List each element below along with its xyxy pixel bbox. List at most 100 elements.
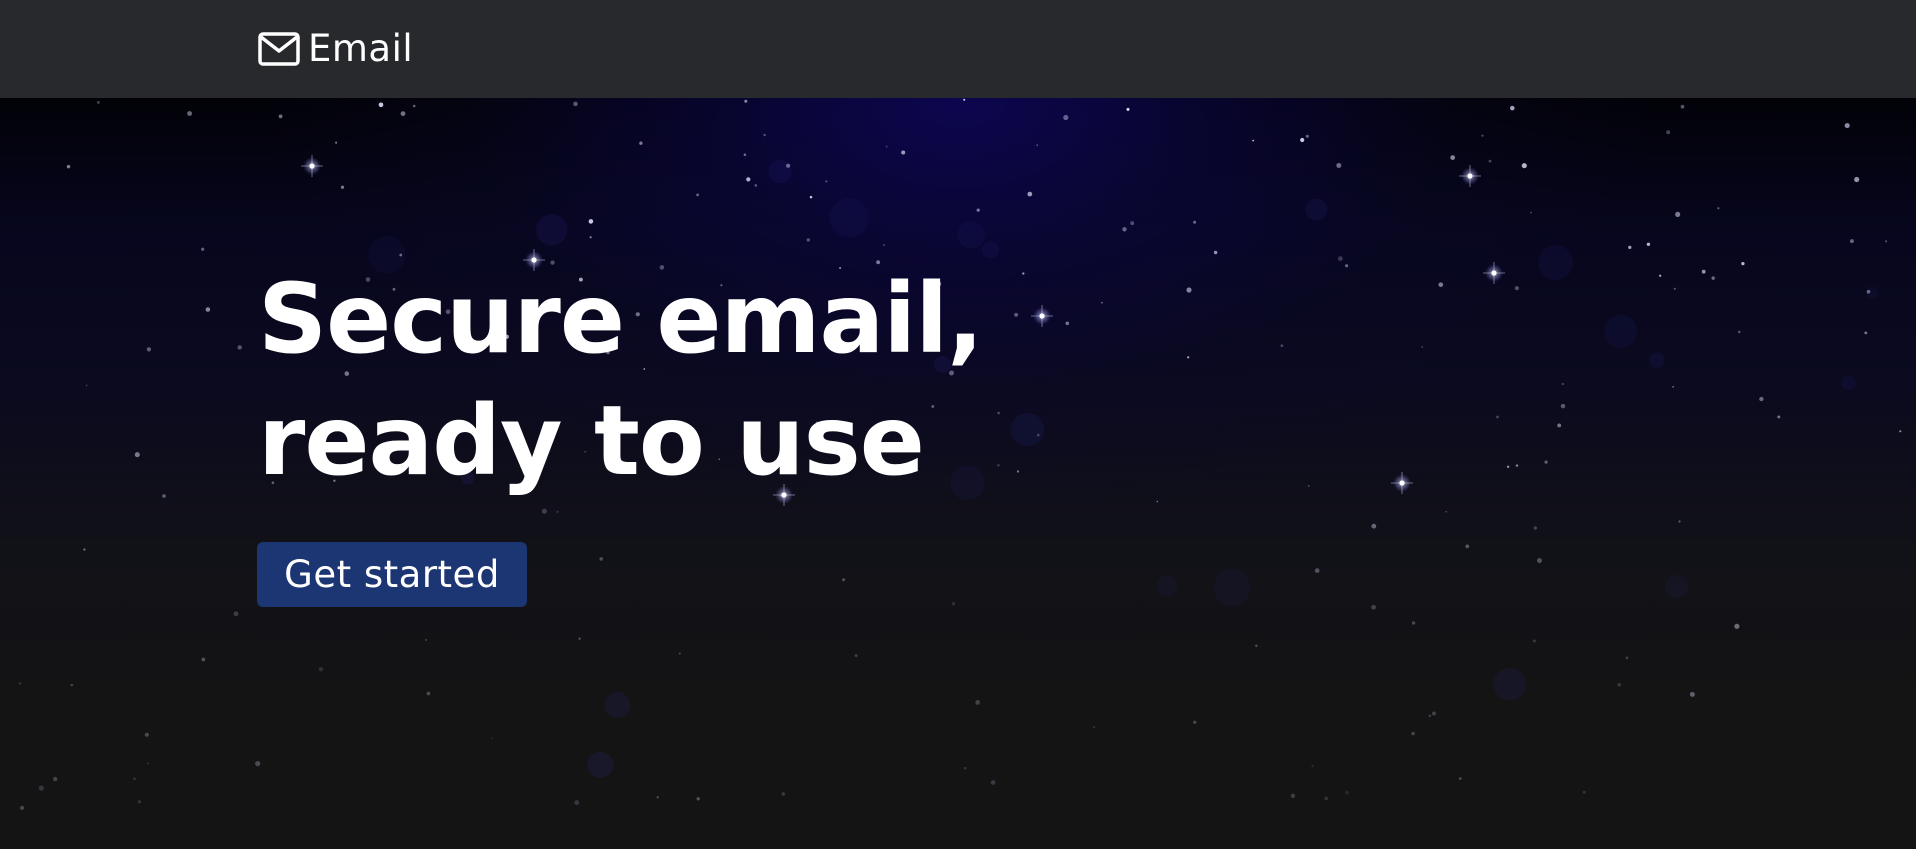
star-dot (678, 652, 681, 655)
star-dot (1458, 777, 1462, 780)
star-dot (1450, 155, 1456, 160)
star-dot (1666, 130, 1671, 135)
bokeh-dot (1664, 574, 1689, 599)
star-dot (1557, 423, 1562, 428)
sparkle-star (301, 155, 323, 177)
star-dot (1701, 269, 1706, 274)
star-dot (743, 153, 747, 157)
bokeh-dot (1538, 245, 1573, 280)
star-dot (1187, 356, 1190, 359)
star-dot (976, 208, 980, 212)
star-dot (1849, 239, 1854, 244)
star-dot (1065, 321, 1070, 326)
star-dot (599, 557, 604, 561)
star-dot (233, 611, 239, 617)
star-dot (1314, 568, 1320, 573)
star-dot (38, 785, 44, 791)
star-dot (1130, 221, 1135, 226)
star-dot (1646, 242, 1651, 246)
get-started-button[interactable]: Get started (257, 542, 527, 607)
star-dot (1854, 176, 1860, 183)
star-dot (1899, 430, 1902, 433)
star-dot (1673, 287, 1676, 290)
star-dot (1036, 144, 1039, 147)
star-dot (1481, 134, 1484, 137)
star-dot (18, 682, 22, 685)
bokeh-dot (1010, 412, 1045, 447)
star-dot (744, 99, 748, 103)
star-dot (1122, 227, 1127, 232)
star-dot (1193, 720, 1197, 724)
star-dot (1337, 256, 1343, 261)
star-dot (144, 732, 149, 737)
star-dot (1280, 344, 1284, 348)
star-dot (1411, 621, 1416, 625)
star-dot (20, 805, 25, 810)
star-dot (574, 800, 580, 806)
star-dot (1255, 644, 1258, 648)
star-dot (1411, 731, 1415, 736)
star-dot (1560, 403, 1566, 409)
headline-line-1: Secure email, (258, 263, 984, 375)
star-dot (1193, 220, 1197, 224)
bokeh-dot (587, 751, 614, 778)
star-dot (1307, 485, 1310, 487)
star-dot (1737, 330, 1741, 334)
star-dot (1428, 714, 1432, 718)
star-dot (578, 637, 581, 640)
star-dot (426, 691, 431, 696)
star-dot (1628, 245, 1632, 250)
star-dot (1126, 107, 1130, 111)
star-dot (781, 792, 786, 796)
sparkle-star (1459, 165, 1481, 187)
star-dot (573, 101, 578, 107)
star-dot (1777, 415, 1781, 419)
star-dot (1864, 331, 1868, 335)
star-dot (556, 510, 559, 513)
star-dot (963, 98, 966, 101)
star-dot (66, 164, 71, 169)
star-dot (490, 736, 493, 739)
star-dot (1844, 123, 1850, 129)
star-dot (1186, 287, 1192, 293)
sparkle-star (1391, 472, 1413, 494)
star-dot (85, 384, 88, 387)
star-dot (187, 111, 193, 116)
star-dot (1488, 159, 1492, 163)
bokeh-dot (1156, 575, 1178, 597)
hero-headline: Secure email, ready to use (258, 258, 984, 502)
star-dot (656, 796, 659, 799)
sparkle-star (1031, 305, 1053, 327)
star-dot (1510, 105, 1515, 111)
star-dot (809, 195, 813, 199)
star-dot (335, 141, 338, 144)
star-dot (1421, 346, 1423, 348)
star-dot (96, 100, 100, 104)
star-dot (1093, 725, 1095, 728)
star-dot (1371, 604, 1376, 610)
star-dot (1371, 523, 1377, 529)
star-dot (1027, 191, 1033, 197)
star-dot (1734, 623, 1740, 629)
star-dot (70, 683, 74, 687)
star-dot (1659, 274, 1662, 277)
star-dot (255, 761, 261, 767)
star-dot (1759, 396, 1764, 402)
star-dot (746, 177, 751, 182)
star-dot (1345, 264, 1349, 268)
star-dot (378, 102, 384, 108)
star-dot (1101, 301, 1103, 304)
bokeh-dot (1604, 314, 1638, 348)
star-dot (1324, 796, 1329, 801)
star-dot (1016, 470, 1020, 473)
star-dot (1533, 526, 1537, 530)
bokeh-dot (982, 241, 999, 259)
brand-link[interactable]: Email (258, 27, 413, 71)
star-dot (1537, 558, 1542, 564)
star-dot (1496, 415, 1499, 419)
bokeh-dot (957, 221, 985, 249)
star-dot (147, 762, 150, 765)
star-dot (885, 145, 888, 148)
bokeh-dot (604, 692, 631, 718)
star-dot (1438, 282, 1444, 288)
